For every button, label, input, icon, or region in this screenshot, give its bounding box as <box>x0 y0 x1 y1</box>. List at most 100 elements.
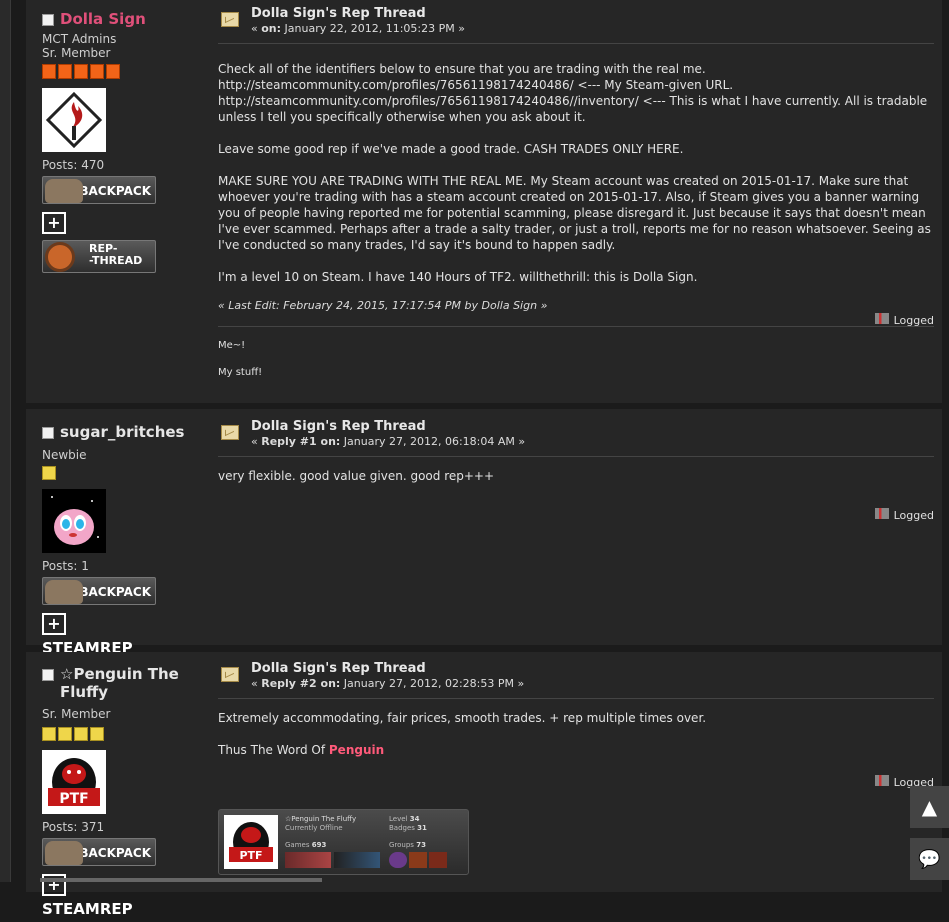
rank-star-icon <box>42 64 56 79</box>
backpack-icon <box>45 841 83 865</box>
inventory-link[interactable]: http://steamcommunity.com/profiles/76561… <box>218 93 934 125</box>
signature: Me~! My stuff! <box>218 340 934 378</box>
chat-bubble-icon: 💬 <box>918 848 941 870</box>
steamrep-badge[interactable]: +STEAMREP <box>42 870 156 918</box>
rank-star-icon <box>58 727 72 741</box>
rank-star-icon <box>42 466 56 480</box>
rep-thread-badge[interactable]: REP- -THREAD <box>42 240 156 273</box>
signature-link[interactable]: My stuff! <box>218 367 934 378</box>
chevron-up-icon: ▲ <box>921 795 938 819</box>
post-subject[interactable]: Dolla Sign's Rep Thread <box>251 420 525 434</box>
scroll-to-top-button[interactable]: ▲ <box>910 786 949 828</box>
steam-url-link[interactable]: http://steamcommunity.com/profiles/76561… <box>218 77 934 93</box>
steamrep-badge[interactable]: +STEAMREP <box>42 208 156 256</box>
post-content: Dolla Sign's Rep Thread « on: January 22… <box>218 7 934 378</box>
username-link[interactable]: sugar_britches <box>60 423 184 441</box>
left-scroll-gutter <box>0 0 11 882</box>
backpack-icon <box>45 580 83 604</box>
game-thumb-icon <box>334 852 380 868</box>
post-body: very flexible. good value given. good re… <box>218 468 934 484</box>
post-text: Extremely accommodating, fair prices, sm… <box>218 711 707 725</box>
backpack-label: BACKPACK <box>79 184 151 198</box>
post-header: Dolla Sign's Rep Thread « Reply #1 on: J… <box>218 420 934 450</box>
post: ☆Penguin The Fluffy Sr. Member PTF Posts… <box>26 652 942 918</box>
backpack-badge[interactable]: BACKPACK <box>42 838 156 866</box>
post-text: MAKE SURE YOU ARE TRADING WITH THE REAL … <box>218 174 931 252</box>
last-edit: « Last Edit: February 24, 2015, 17:17:54… <box>218 299 548 312</box>
avatar[interactable] <box>42 489 106 553</box>
avatar[interactable]: PTF <box>42 750 106 814</box>
ptf-label: PTF <box>59 791 88 807</box>
game-thumb-icon <box>285 852 331 868</box>
post-header: Dolla Sign's Rep Thread « Reply #2 on: J… <box>218 662 934 692</box>
offline-status-icon <box>42 14 54 26</box>
steamrep-badge[interactable]: +STEAMREP <box>42 609 156 657</box>
poster-info: sugar_britches Newbie Posts: 1 BACKPACK … <box>42 423 202 657</box>
steam-card-level: Level 34 <box>389 815 420 823</box>
post-text: Check all of the identifiers below to en… <box>218 62 706 76</box>
rep-thread-label: -THREAD <box>89 254 143 267</box>
steam-card-badges: Badges 31 <box>389 824 427 832</box>
steam-card-games: Games 693 <box>285 841 327 849</box>
post-content: Dolla Sign's Rep Thread « Reply #2 on: J… <box>218 662 934 875</box>
tf2-logo-icon <box>45 242 75 272</box>
signature-divider <box>218 326 934 327</box>
post-icon <box>221 667 239 682</box>
backpack-badge[interactable]: BACKPACK <box>42 176 156 204</box>
steam-card-name: ☆Penguin The Fluffy <box>285 815 357 823</box>
poster-info: Dolla Sign MCT Admins Sr. Member Posts: … <box>42 10 202 273</box>
post-icon <box>221 425 239 440</box>
post: sugar_britches Newbie Posts: 1 BACKPACK … <box>26 409 942 657</box>
poster-info: ☆Penguin The Fluffy Sr. Member PTF Posts… <box>42 665 202 918</box>
horizontal-scrollbar[interactable] <box>40 878 322 882</box>
avatar[interactable] <box>42 88 106 152</box>
post-date: « on: January 22, 2012, 11:05:23 PM » <box>251 22 465 35</box>
post-count: Posts: 470 <box>42 158 105 172</box>
rank-star-icon <box>74 727 88 741</box>
chat-button[interactable]: 💬 <box>910 838 949 880</box>
post-header: Dolla Sign's Rep Thread « on: January 22… <box>218 7 934 37</box>
post: Dolla Sign MCT Admins Sr. Member Posts: … <box>26 0 942 403</box>
username-link[interactable]: ☆Penguin The Fluffy <box>60 665 200 701</box>
penguin-highlight: Penguin <box>328 743 385 757</box>
logged-ip-icon <box>874 508 889 519</box>
member-rank: Sr. Member <box>42 707 111 721</box>
ptf-label: PTF <box>239 849 262 862</box>
poster-name[interactable]: ☆Penguin The Fluffy <box>42 665 202 701</box>
steam-profile-card[interactable]: PTF ☆Penguin The Fluffy Currently Offlin… <box>218 809 469 875</box>
steam-card-status: Currently Offline <box>285 824 343 832</box>
rank-star-icon <box>74 64 88 79</box>
divider <box>218 456 934 457</box>
rank-star-icon <box>90 727 104 741</box>
post-subject[interactable]: Dolla Sign's Rep Thread <box>251 662 524 676</box>
group-thumb-icon <box>389 852 407 868</box>
member-rank: Newbie <box>42 448 87 462</box>
post-date: « Reply #1 on: January 27, 2012, 06:18:0… <box>251 435 526 448</box>
username-link[interactable]: Dolla Sign <box>60 10 146 28</box>
poster-name[interactable]: Dolla Sign <box>42 10 202 28</box>
post-subject[interactable]: Dolla Sign's Rep Thread <box>251 7 465 21</box>
rank-stars <box>42 64 202 79</box>
logged-indicator: Logged <box>874 508 934 522</box>
offline-status-icon <box>42 669 54 681</box>
poster-name[interactable]: sugar_britches <box>42 423 202 441</box>
divider <box>218 698 934 699</box>
backpack-label: BACKPACK <box>79 585 151 599</box>
divider <box>218 43 934 44</box>
logged-indicator: Logged <box>874 313 934 327</box>
signature-text: Thus The Word Of Penguin <box>218 743 385 757</box>
rank-star-icon <box>42 727 56 741</box>
rank-star-icon <box>58 64 72 79</box>
steamrep-plus-icon: + <box>42 212 66 234</box>
logged-ip-icon <box>874 775 889 786</box>
post-content: Dolla Sign's Rep Thread « Reply #1 on: J… <box>218 420 934 522</box>
offline-status-icon <box>42 427 54 439</box>
rank-stars <box>42 727 202 741</box>
kirby-avatar-icon <box>42 489 106 553</box>
steamrep-label: STEAMREP <box>42 900 133 918</box>
post-icon <box>221 12 239 27</box>
member-group: MCT Admins <box>42 32 117 46</box>
post-body: Check all of the identifiers below to en… <box>218 61 934 285</box>
backpack-badge[interactable]: BACKPACK <box>42 577 156 605</box>
rank-star-icon <box>90 64 104 79</box>
